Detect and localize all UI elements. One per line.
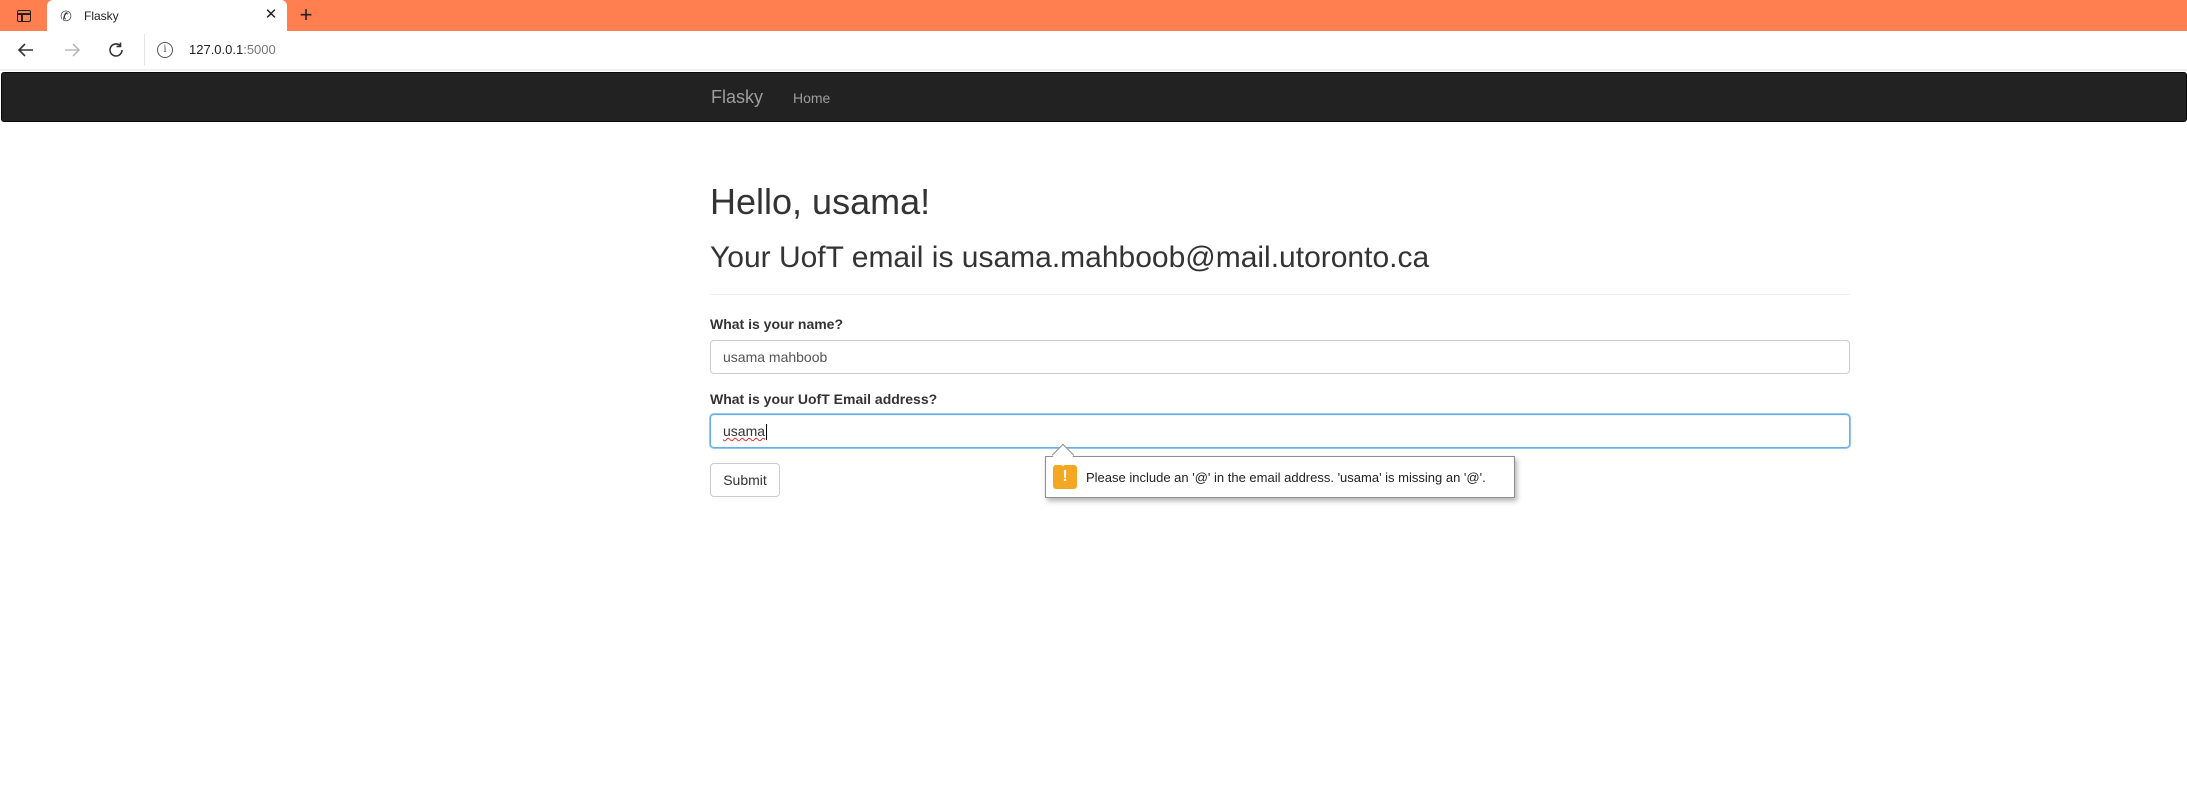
name-input-value: usama mahboob <box>723 349 828 365</box>
tab-actions-button[interactable] <box>14 6 34 26</box>
info-icon[interactable]: i <box>157 42 173 58</box>
email-input[interactable]: usama <box>710 414 1850 448</box>
url-text: 127.0.0.1:5000 <box>189 42 276 57</box>
submit-button[interactable]: Submit <box>710 463 780 497</box>
validation-bubble: ! Please include an '@' in the email add… <box>1045 456 1515 498</box>
tab-strip: ✆ Flasky ✕ + <box>0 0 2187 31</box>
email-input-value: usama <box>723 423 766 439</box>
tab-title: Flasky <box>84 9 119 23</box>
site-navbar: Flasky Home <box>1 72 2187 122</box>
nav-link-home[interactable]: Home <box>793 90 830 106</box>
forward-arrow-icon[interactable] <box>61 39 83 61</box>
warning-icon: ! <box>1053 465 1077 489</box>
tab-actions-icon <box>17 10 31 22</box>
browser-toolbar: i 127.0.0.1:5000 <box>0 31 2187 69</box>
back-arrow-icon[interactable] <box>15 39 37 61</box>
new-tab-button[interactable]: + <box>296 4 316 26</box>
navbar-brand[interactable]: Flasky <box>711 87 763 107</box>
close-icon[interactable]: ✕ <box>263 7 279 23</box>
toolbar-divider <box>0 69 2187 71</box>
reload-icon[interactable] <box>105 39 127 61</box>
validation-message: Please include an '@' in the email addre… <box>1086 470 1486 485</box>
email-heading: Your UofT email is usama.mahboob@mail.ut… <box>710 241 1430 274</box>
header-divider <box>710 294 1850 295</box>
text-caret <box>766 424 768 441</box>
greeting-heading: Hello, usama! <box>710 181 931 222</box>
name-input[interactable]: usama mahboob <box>710 340 1850 374</box>
email-label: What is your UofT Email address? <box>710 391 938 407</box>
browser-tab[interactable]: ✆ Flasky ✕ <box>47 0 287 31</box>
name-label: What is your name? <box>710 316 844 332</box>
address-bar[interactable]: i 127.0.0.1:5000 <box>144 34 2187 66</box>
phone-icon: ✆ <box>60 8 72 24</box>
